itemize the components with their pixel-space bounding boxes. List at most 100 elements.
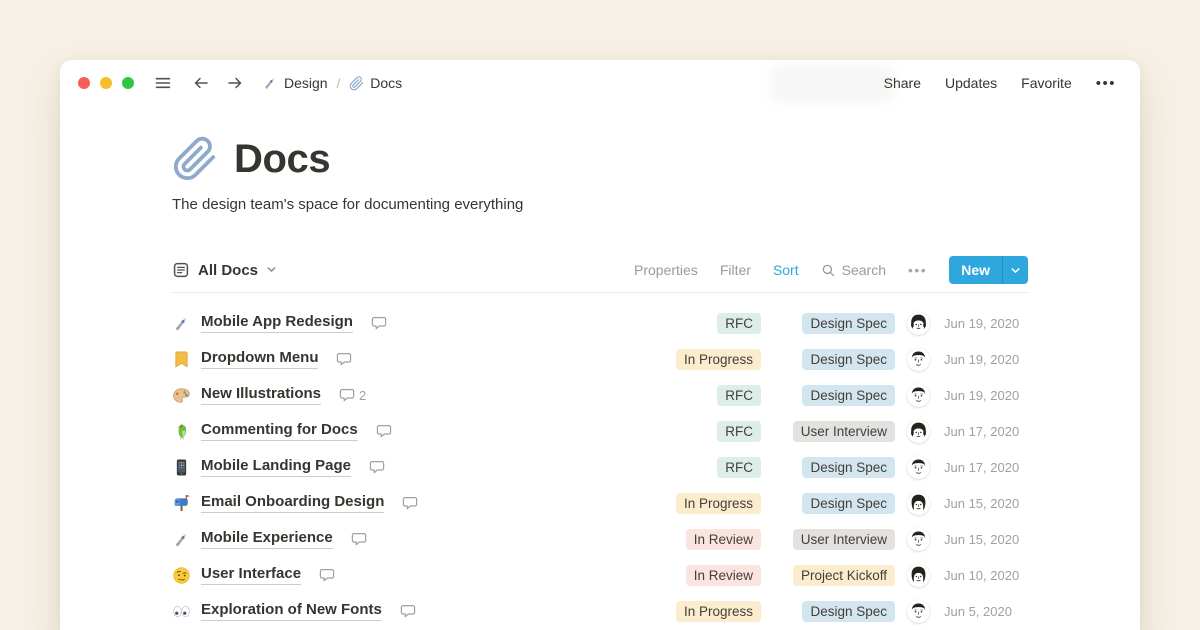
comment-icon bbox=[369, 459, 385, 475]
status-tag[interactable]: In Review bbox=[686, 565, 761, 586]
status-tag[interactable]: RFC bbox=[717, 457, 761, 478]
page-title: Docs bbox=[234, 137, 330, 182]
forward-button[interactable] bbox=[226, 74, 244, 92]
search-button[interactable]: Search bbox=[821, 262, 886, 278]
breadcrumb-item-docs[interactable]: Docs bbox=[349, 75, 402, 91]
avatar-woman[interactable] bbox=[907, 492, 930, 515]
doc-title-link[interactable]: Mobile Experience bbox=[201, 529, 333, 549]
comment-count[interactable] bbox=[400, 603, 420, 619]
status-tag[interactable]: In Progress bbox=[676, 349, 761, 370]
chevron-down-icon bbox=[266, 262, 277, 279]
type-tag[interactable]: Design Spec bbox=[802, 349, 895, 370]
avatar-woman-headphones[interactable] bbox=[907, 312, 930, 335]
paintbrush-icon bbox=[172, 314, 191, 333]
comment-count[interactable] bbox=[371, 315, 391, 331]
search-label: Search bbox=[842, 262, 886, 278]
avatar-man[interactable] bbox=[907, 384, 930, 407]
page-paperclip-icon bbox=[172, 136, 218, 182]
favorite-button[interactable]: Favorite bbox=[1021, 75, 1072, 91]
doc-title-link[interactable]: Email Onboarding Design bbox=[201, 493, 384, 513]
palette-icon bbox=[172, 386, 191, 405]
type-tag[interactable]: Design Spec bbox=[802, 493, 895, 514]
table-row[interactable]: Mobile Landing Page RFC Design Spec Jun … bbox=[172, 449, 1028, 485]
filter-button[interactable]: Filter bbox=[720, 262, 751, 278]
doc-title-link[interactable]: New Illustrations bbox=[201, 385, 321, 405]
sidebar-toggle-button[interactable] bbox=[154, 74, 172, 92]
table-row[interactable]: User Interface In Review Project Kickoff… bbox=[172, 557, 1028, 593]
new-button-label[interactable]: New bbox=[949, 256, 1002, 284]
table-row[interactable]: Dropdown Menu In Progress Design Spec Ju… bbox=[172, 341, 1028, 377]
comment-count[interactable] bbox=[402, 495, 422, 511]
paperclip-icon bbox=[349, 76, 364, 91]
avatar-man[interactable] bbox=[907, 456, 930, 479]
comment-icon bbox=[376, 423, 392, 439]
avatar-man[interactable] bbox=[907, 600, 930, 623]
blurred-element bbox=[772, 66, 894, 102]
doc-title-link[interactable]: Commenting for Docs bbox=[201, 421, 358, 441]
back-button[interactable] bbox=[192, 74, 210, 92]
doc-title-link[interactable]: Dropdown Menu bbox=[201, 349, 318, 369]
type-tag[interactable]: Design Spec bbox=[802, 385, 895, 406]
properties-button[interactable]: Properties bbox=[634, 262, 698, 278]
comment-icon bbox=[351, 531, 367, 547]
comment-count[interactable] bbox=[319, 567, 339, 583]
breadcrumb: Design / Docs bbox=[262, 75, 402, 91]
new-button[interactable]: New bbox=[949, 256, 1028, 284]
avatar-man[interactable] bbox=[907, 528, 930, 551]
status-tag[interactable]: RFC bbox=[717, 313, 761, 334]
comment-icon bbox=[336, 351, 352, 367]
status-tag[interactable]: RFC bbox=[717, 421, 761, 442]
comment-count[interactable] bbox=[351, 531, 371, 547]
docs-table: Mobile App Redesign RFC Design Spec Jun … bbox=[172, 305, 1028, 629]
type-tag[interactable]: Design Spec bbox=[802, 313, 895, 334]
table-row[interactable]: New Illustrations 2 RFC Design Spec Jun … bbox=[172, 377, 1028, 413]
doc-title-link[interactable]: Mobile App Redesign bbox=[201, 313, 353, 333]
date-label: Jun 5, 2020 bbox=[944, 604, 1028, 619]
type-tag[interactable]: Design Spec bbox=[802, 457, 895, 478]
view-switcher[interactable]: All Docs bbox=[172, 261, 277, 279]
comment-count[interactable]: 2 bbox=[339, 387, 366, 403]
sort-button[interactable]: Sort bbox=[773, 262, 799, 278]
avatar-man[interactable] bbox=[907, 348, 930, 371]
view-toolbar: All Docs Properties Filter Sort Search •… bbox=[172, 255, 1028, 285]
type-tag[interactable]: Design Spec bbox=[802, 601, 895, 622]
close-window-button[interactable] bbox=[78, 77, 90, 89]
toolbar-divider bbox=[172, 292, 1028, 293]
table-row[interactable]: Commenting for Docs RFC User Interview J… bbox=[172, 413, 1028, 449]
status-tag[interactable]: In Progress bbox=[676, 601, 761, 622]
view-more-options-icon[interactable]: ••• bbox=[908, 262, 927, 278]
comment-count[interactable] bbox=[376, 423, 396, 439]
doc-title-link[interactable]: Exploration of New Fonts bbox=[201, 601, 382, 621]
page-subtitle: The design team's space for documenting … bbox=[172, 196, 1028, 213]
status-tag[interactable]: In Review bbox=[686, 529, 761, 550]
doc-title-link[interactable]: User Interface bbox=[201, 565, 301, 585]
mailbox-icon bbox=[172, 494, 191, 513]
table-row[interactable]: Mobile Experience In Review User Intervi… bbox=[172, 521, 1028, 557]
doc-title-link[interactable]: Mobile Landing Page bbox=[201, 457, 351, 477]
breadcrumb-separator: / bbox=[336, 76, 342, 91]
status-tag[interactable]: In Progress bbox=[676, 493, 761, 514]
table-row[interactable]: Mobile App Redesign RFC Design Spec Jun … bbox=[172, 305, 1028, 341]
status-tag[interactable]: RFC bbox=[717, 385, 761, 406]
zoom-window-button[interactable] bbox=[122, 77, 134, 89]
updates-button[interactable]: Updates bbox=[945, 75, 997, 91]
breadcrumb-label: Docs bbox=[370, 75, 402, 91]
table-row[interactable]: Email Onboarding Design In Progress Desi… bbox=[172, 485, 1028, 521]
comment-icon bbox=[400, 603, 416, 619]
avatar-woman[interactable] bbox=[907, 564, 930, 587]
comment-count[interactable] bbox=[369, 459, 389, 475]
more-options-icon[interactable]: ••• bbox=[1096, 75, 1116, 92]
type-tag[interactable]: User Interview bbox=[793, 421, 895, 442]
table-row[interactable]: Exploration of New Fonts In Progress Des… bbox=[172, 593, 1028, 629]
type-tag[interactable]: Project Kickoff bbox=[793, 565, 895, 586]
date-label: Jun 19, 2020 bbox=[944, 388, 1028, 403]
search-icon bbox=[821, 263, 836, 278]
new-dropdown-button[interactable] bbox=[1002, 256, 1028, 284]
face-raised-eyebrow-icon bbox=[172, 566, 191, 585]
minimize-window-button[interactable] bbox=[100, 77, 112, 89]
avatar-woman-headphones[interactable] bbox=[907, 420, 930, 443]
comment-count[interactable] bbox=[336, 351, 356, 367]
breadcrumb-item-design[interactable]: Design bbox=[262, 75, 328, 91]
type-tag[interactable]: User Interview bbox=[793, 529, 895, 550]
comment-icon bbox=[339, 387, 355, 403]
